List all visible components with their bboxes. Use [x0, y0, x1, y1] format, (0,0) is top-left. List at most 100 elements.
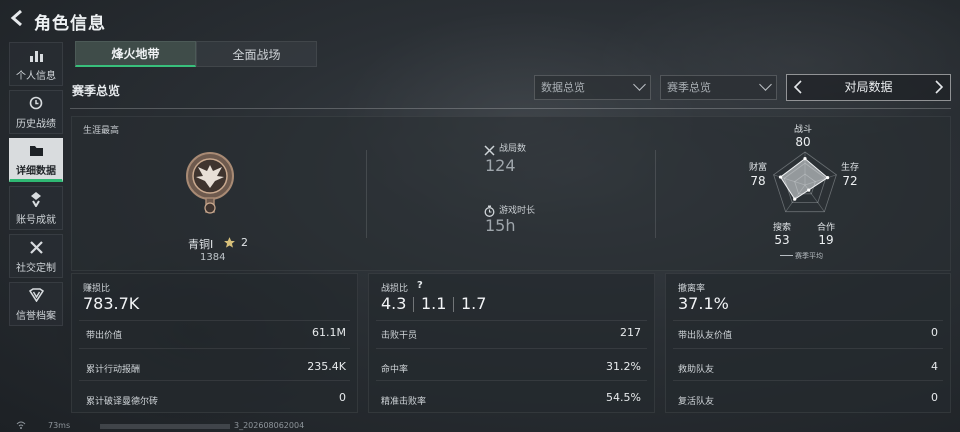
- chevron-down-icon: [633, 78, 646, 91]
- stat-label: 累计破译曼德尔砖: [86, 397, 159, 407]
- divider: [413, 297, 414, 312]
- bar-chart-icon: [29, 46, 43, 64]
- stat-value: 0: [931, 326, 938, 339]
- redacted-bar: [100, 424, 230, 429]
- stat-value: 4: [931, 360, 938, 373]
- rank-points: 1384: [200, 252, 226, 263]
- sidebar-item-social[interactable]: 社交定制: [9, 234, 63, 278]
- stat-label: 命中率: [381, 365, 409, 375]
- sidebar-item-achievements[interactable]: 账号成就: [9, 186, 63, 230]
- shield-icon: [28, 286, 44, 304]
- matches-value: 124: [485, 156, 516, 175]
- radar-point: [803, 157, 807, 161]
- medal-icon: [29, 190, 43, 208]
- radar-value-wealth: 78: [750, 174, 766, 188]
- stat-value: 54.5%: [606, 391, 641, 404]
- radar-value-search: 53: [774, 233, 790, 247]
- sidebar-item-history[interactable]: 历史战绩: [9, 90, 63, 134]
- stat-label: 击败干员: [381, 331, 418, 341]
- radar-label-survival: 生存: [840, 163, 859, 173]
- card-main-value: 783.7K: [83, 294, 140, 313]
- divider: [673, 380, 943, 381]
- sidebar-item-label: 信誉档案: [16, 311, 56, 322]
- stat-value: 235.4K: [307, 360, 346, 373]
- divider: [366, 150, 367, 238]
- folder-icon: [29, 141, 44, 159]
- stat-label: 精准击败率: [381, 397, 427, 407]
- sidebar-item-label: 账号成就: [16, 215, 56, 226]
- sidebar-item-detailed-data[interactable]: 详细数据: [9, 138, 63, 182]
- radar-point: [793, 197, 797, 201]
- sidebar-item-reputation[interactable]: 信誉档案: [9, 282, 63, 326]
- stat-label: 带出价值: [86, 331, 123, 341]
- card-title: 赚损比: [83, 284, 111, 294]
- match-data-selector: 对局数据: [786, 74, 951, 101]
- dropdown-value: 数据总览: [541, 81, 585, 94]
- divider: [673, 320, 943, 321]
- divider: [376, 348, 647, 349]
- matches-label: 战局数: [499, 144, 527, 154]
- section-title: 赛季总览: [72, 84, 121, 98]
- tools-icon: [29, 238, 44, 256]
- radar-legend: 赛季平均: [795, 252, 823, 260]
- stat-value: 0: [931, 391, 938, 404]
- chevron-right-icon[interactable]: [930, 79, 948, 97]
- radar-label-combat: 战斗: [793, 125, 812, 135]
- radar-label-wealth: 财富: [748, 163, 767, 173]
- stat-label: 复活队友: [678, 397, 715, 407]
- clock-icon: [29, 94, 43, 112]
- match-data-label: 对局数据: [844, 80, 893, 94]
- radar-label-search: 搜索: [772, 223, 791, 233]
- user-id: 3_20260806200​4: [234, 421, 305, 430]
- season-overview-dropdown[interactable]: 赛季总览: [660, 75, 777, 100]
- divider: [70, 108, 951, 109]
- card-title: 战损比: [381, 284, 409, 294]
- divider: [79, 320, 350, 321]
- radar-point: [807, 188, 811, 192]
- sidebar-item-label: 历史战绩: [16, 119, 56, 130]
- stat-value: 0: [339, 391, 346, 404]
- divider: [79, 348, 350, 349]
- back-arrow-icon[interactable]: [8, 8, 28, 30]
- legend-swatch: [780, 255, 793, 256]
- stat-value: 217: [620, 326, 641, 339]
- radar-value-cooperation: 19: [818, 233, 834, 247]
- kd-value-3: 1.7: [461, 294, 487, 313]
- tab-hazard-zone[interactable]: 烽火地带: [75, 41, 196, 67]
- page-title: 角色信息: [34, 14, 106, 34]
- sidebar-item-label: 个人信息: [16, 71, 56, 82]
- kd-value-1: 4.3: [381, 294, 407, 313]
- rank-name: 青铜I: [188, 238, 214, 251]
- divider: [673, 348, 943, 349]
- stat-label: 救助队友: [678, 365, 715, 375]
- dropdown-value: 赛季总览: [667, 81, 711, 94]
- radar-point: [825, 176, 830, 180]
- stat-value: 61.1M: [312, 326, 346, 339]
- career-best-label: 生涯最高: [83, 126, 120, 136]
- radar-value-combat: 80: [795, 135, 811, 149]
- radar-point: [778, 175, 783, 179]
- ping-value: 73ms: [48, 421, 71, 430]
- play-time-label: 游戏时长: [499, 206, 536, 216]
- chevron-left-icon[interactable]: [789, 79, 807, 97]
- sidebar-item-label: 详细数据: [16, 166, 56, 177]
- play-time-value: 15h: [485, 216, 516, 235]
- status-bar: 73ms 3_20260806200​4: [0, 420, 960, 432]
- help-icon[interactable]: ?: [417, 280, 423, 291]
- divider: [79, 380, 350, 381]
- card-title: 撤离率: [678, 284, 706, 294]
- stat-label: 带出队友价值: [678, 331, 733, 341]
- divider: [376, 380, 647, 381]
- data-overview-dropdown[interactable]: 数据总览: [534, 75, 651, 100]
- star-icon: [223, 234, 236, 253]
- divider: [453, 297, 454, 312]
- sidebar-item-personal-info[interactable]: 个人信息: [9, 42, 63, 86]
- divider: [376, 320, 647, 321]
- rank-stars: 2: [241, 236, 248, 249]
- rank-badge-icon: [186, 150, 234, 222]
- sidebar-item-label: 社交定制: [16, 263, 56, 274]
- tab-full-battlefield[interactable]: 全面战场: [196, 41, 317, 67]
- chevron-down-icon: [759, 78, 772, 91]
- divider: [655, 150, 656, 238]
- stat-value: 31.2%: [606, 360, 641, 373]
